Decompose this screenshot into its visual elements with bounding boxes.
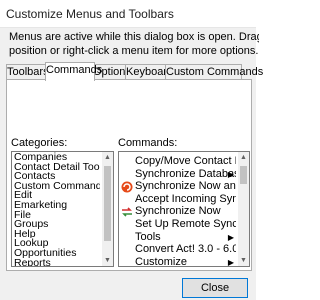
command-label: Customize (135, 255, 187, 267)
tab-custom-commands[interactable]: Custom Commands (165, 64, 263, 80)
close-button[interactable]: Close (182, 278, 248, 298)
scroll-down-icon[interactable]: ▼ (102, 255, 113, 266)
scroll-thumb[interactable] (104, 166, 111, 241)
categories-list: CompaniesContact Detail ToolbarContactsC… (12, 152, 113, 266)
dialog-body: Menus are active while this dialog box i… (0, 28, 263, 300)
commands-tab-panel: Categories: CompaniesContact Detail Tool… (6, 79, 252, 271)
title-bar: Customize Menus and Toolbars (0, 0, 256, 28)
category-item[interactable]: Lookup (12, 238, 100, 248)
command-item[interactable]: Customize ▶ (119, 254, 236, 267)
commands-listbox[interactable]: Copy/Move Contact Data...Synchronize Dat… (118, 151, 250, 267)
categories-listbox[interactable]: CompaniesContact Detail ToolbarContactsC… (11, 151, 114, 267)
tab-keyboard[interactable]: Keyboard (125, 64, 173, 80)
scroll-up-icon[interactable]: ▲ (238, 152, 249, 163)
category-item[interactable]: Opportunities (12, 248, 100, 258)
category-item[interactable]: Contact Detail Toolbar (12, 162, 100, 172)
category-item[interactable]: Custom Commands (12, 181, 100, 191)
scroll-down-icon[interactable]: ▼ (238, 255, 249, 266)
category-item[interactable]: Help (12, 229, 100, 239)
category-item[interactable]: Contacts (12, 171, 100, 181)
scroll-thumb[interactable] (240, 166, 247, 184)
category-item[interactable]: File (12, 210, 100, 220)
category-item[interactable]: Groups (12, 219, 100, 229)
commands-label: Commands: (118, 137, 178, 149)
categories-label: Categories: (11, 137, 68, 149)
submenu-arrow-icon: ▶ (227, 257, 234, 267)
info-text: Menus are active while this dialog box i… (9, 30, 259, 58)
category-item[interactable]: Companies (12, 152, 100, 162)
scroll-up-icon[interactable]: ▲ (102, 152, 113, 163)
info-line-1: Menus are active while this dialog box i… (9, 31, 259, 43)
categories-scrollbar[interactable]: ▲ ▼ (102, 152, 113, 266)
tab-commands[interactable]: Commands (45, 62, 102, 81)
window-title: Customize Menus and Toolbars (6, 7, 174, 21)
category-item[interactable]: Edit (12, 190, 100, 200)
info-line-2: position or right-click a menu item for … (9, 45, 259, 57)
tab-toolbars[interactable]: Toolbars (6, 64, 49, 80)
category-item[interactable]: Reports (12, 258, 100, 266)
commands-scrollbar[interactable]: ▲ ▼ (238, 152, 249, 266)
category-item[interactable]: Emarketing (12, 200, 100, 210)
